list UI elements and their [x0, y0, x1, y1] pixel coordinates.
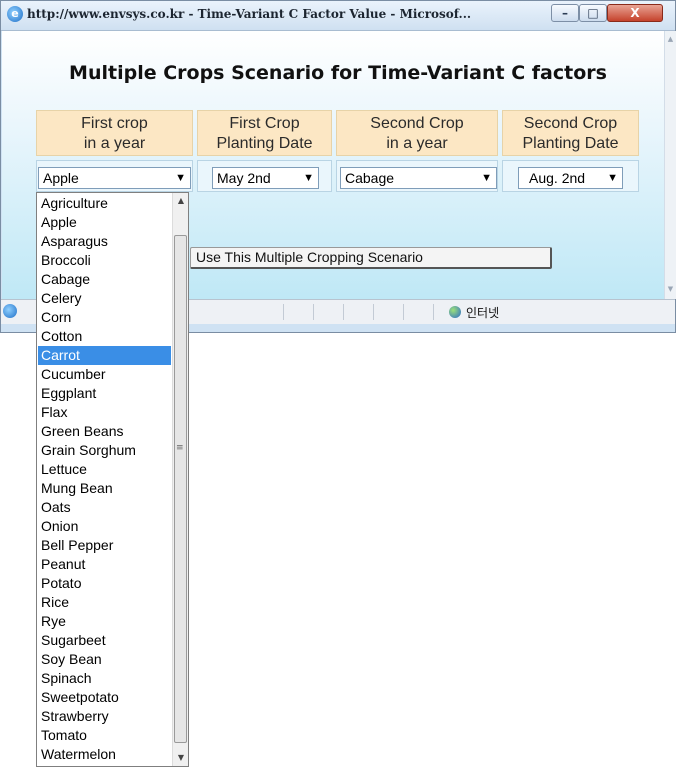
column-header-second-date: Second Crop Planting Date — [502, 110, 639, 156]
grip-icon: ≡ — [176, 443, 184, 453]
column-header-line: Planting Date — [522, 135, 619, 152]
dropdown-option[interactable]: Carrot — [38, 346, 171, 365]
maximize-button[interactable]: □ — [579, 4, 607, 22]
status-divider — [313, 304, 314, 320]
column-header-first-crop: First crop in a year — [36, 110, 193, 156]
dropdown-option[interactable]: Apple — [38, 213, 171, 232]
dropdown-option[interactable]: Broccoli — [38, 251, 171, 270]
dropdown-option[interactable]: Bell Pepper — [38, 536, 171, 555]
status-divider — [283, 304, 284, 320]
column-header-line: in a year — [386, 135, 448, 152]
dropdown-option[interactable]: Oats — [38, 498, 171, 517]
dropdown-option[interactable]: Cabage — [38, 270, 171, 289]
second-date-value: Aug. 2nd — [529, 170, 586, 186]
column-header-first-date: First Crop Planting Date — [197, 110, 332, 156]
chevron-down-icon[interactable]: ▼ — [303, 168, 314, 188]
column-header-line: in a year — [83, 135, 146, 152]
dropdown-option[interactable]: Eggplant — [38, 384, 171, 403]
column-header-second-crop: Second Crop in a year — [336, 110, 498, 156]
maximize-icon: □ — [587, 6, 599, 20]
use-scenario-button[interactable]: Use This Multiple Cropping Scenario — [190, 247, 552, 269]
scroll-up-icon[interactable]: ▲ — [173, 193, 188, 209]
chevron-down-icon[interactable]: ▼ — [481, 168, 492, 188]
second-date-select[interactable]: Aug. 2nd ▼ — [518, 167, 623, 189]
scroll-down-icon[interactable]: ▼ — [173, 750, 188, 766]
title-bar[interactable]: e http://www.envsys.co.kr - Time-Variant… — [1, 1, 675, 31]
security-zone-label: 인터넷 — [466, 306, 500, 320]
chevron-down-icon[interactable]: ▼ — [607, 168, 618, 188]
dropdown-option[interactable]: Flax — [38, 403, 171, 422]
status-divider — [403, 304, 404, 320]
dropdown-option[interactable]: Soy Bean — [38, 650, 171, 669]
dropdown-option[interactable]: Cotton — [38, 327, 171, 346]
first-crop-value: Apple — [43, 170, 79, 186]
dropdown-scrollbar[interactable]: ▲ ≡ ▼ — [172, 193, 188, 766]
scrollbar-thumb[interactable] — [174, 235, 187, 743]
dropdown-option[interactable]: Sweetpotato — [38, 688, 171, 707]
scroll-up-icon[interactable]: ▲ — [665, 33, 676, 45]
dropdown-option[interactable]: Corn — [38, 308, 171, 327]
close-button[interactable]: X — [607, 4, 663, 22]
dropdown-option[interactable]: Celery — [38, 289, 171, 308]
dropdown-option[interactable]: Peanut — [38, 555, 171, 574]
ie-icon — [3, 304, 17, 318]
status-divider — [343, 304, 344, 320]
chevron-down-icon[interactable]: ▼ — [175, 168, 186, 188]
minimize-icon: – — [562, 6, 568, 20]
window-title: http://www.envsys.co.kr - Time-Variant C… — [27, 7, 472, 21]
dropdown-option[interactable]: Cucumber — [38, 365, 171, 384]
dropdown-option[interactable]: Lettuce — [38, 460, 171, 479]
dropdown-option[interactable]: Spinach — [38, 669, 171, 688]
column-header-line: First crop — [81, 115, 148, 132]
dropdown-option[interactable]: Green Beans — [38, 422, 171, 441]
ie-icon: e — [7, 6, 23, 22]
dropdown-option[interactable]: Watermelon — [38, 745, 171, 764]
dropdown-option[interactable]: Tomato — [38, 726, 171, 745]
column-header-line: Second Crop — [370, 115, 464, 132]
first-date-select[interactable]: May 2nd ▼ — [212, 167, 319, 189]
scroll-down-icon[interactable]: ▼ — [665, 283, 676, 295]
first-date-value: May 2nd — [217, 170, 271, 186]
crop-dropdown-list[interactable]: Agriculture Apple Asparagus Broccoli Cabage C… — [36, 192, 189, 767]
second-crop-select[interactable]: Cabage ▼ — [340, 167, 497, 189]
column-header-line: First Crop — [229, 115, 300, 132]
first-crop-select[interactable]: Apple ▼ — [38, 167, 191, 189]
minimize-button[interactable]: – — [551, 4, 579, 22]
globe-icon — [449, 306, 461, 318]
dropdown-option[interactable]: Onion — [38, 517, 171, 536]
dropdown-option[interactable]: Strawberry — [38, 707, 171, 726]
close-icon: X — [630, 6, 640, 20]
dropdown-option[interactable]: Mung Bean — [38, 479, 171, 498]
status-divider — [433, 304, 434, 320]
dropdown-option[interactable]: Rice — [38, 593, 171, 612]
dropdown-option[interactable]: Grain Sorghum — [38, 441, 171, 460]
column-header-line: Planting Date — [216, 135, 313, 152]
status-divider — [373, 304, 374, 320]
dropdown-option[interactable]: Sugarbeet — [38, 631, 171, 650]
column-header-line: Second Crop — [523, 115, 618, 132]
dropdown-option[interactable]: Asparagus — [38, 232, 171, 251]
second-crop-value: Cabage — [345, 170, 395, 186]
dropdown-option[interactable]: Rye — [38, 612, 171, 631]
dropdown-option[interactable]: Potato — [38, 574, 171, 593]
dropdown-option[interactable]: Agriculture — [38, 194, 171, 213]
page-title: Multiple Crops Scenario for Time-Variant… — [69, 62, 607, 84]
